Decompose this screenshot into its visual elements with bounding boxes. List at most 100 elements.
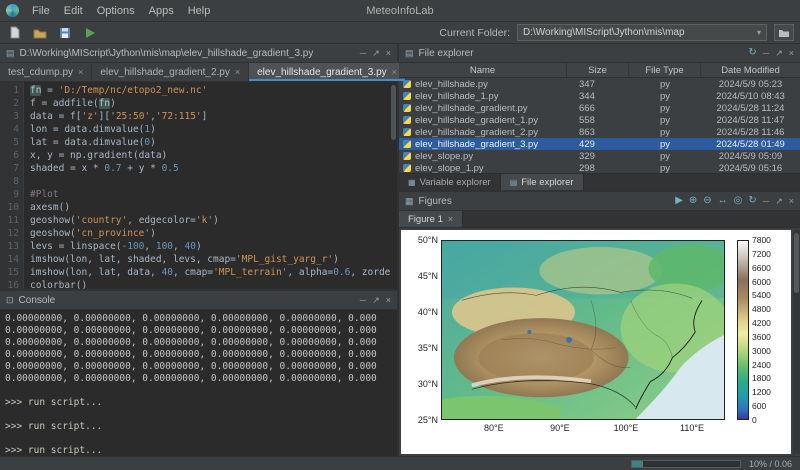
bottom-tab-label: File explorer: [521, 177, 573, 188]
file-date-modified: 2024/5/28 11:47: [701, 115, 800, 126]
editor-tab[interactable]: test_cdump.py×: [0, 63, 92, 81]
zoom-out-icon[interactable]: ⊖: [703, 196, 711, 206]
float-icon[interactable]: ↗: [775, 49, 783, 58]
zoom-in-icon[interactable]: ⊕: [689, 196, 697, 206]
run-script-icon[interactable]: [81, 24, 99, 42]
colorbar-tick-label: 3000: [752, 346, 771, 356]
current-folder-combobox[interactable]: D:\Working\MIScript\Jython\mis\map ▾: [517, 24, 767, 41]
float-icon[interactable]: ↗: [775, 197, 783, 206]
python-file-icon: [403, 92, 411, 100]
menu-file[interactable]: File: [25, 3, 57, 19]
file-name: elev_slope_1.py: [415, 163, 484, 174]
close-icon[interactable]: ×: [386, 49, 391, 58]
x-tick-label: 110°E: [680, 423, 704, 433]
x-tick-label: 80°E: [484, 423, 504, 433]
colorbar-tick-label: 1800: [752, 373, 771, 383]
refresh-icon[interactable]: ↻: [748, 48, 756, 58]
minimize-icon[interactable]: ─: [360, 49, 366, 58]
tab-close-icon[interactable]: ×: [392, 67, 397, 77]
select-tool-icon[interactable]: ▶: [675, 196, 683, 206]
file-type: py: [629, 115, 701, 126]
colorbar-tick-label: 6000: [752, 277, 771, 287]
chevron-down-icon[interactable]: ▾: [757, 28, 761, 37]
variable-tab-icon: ▦: [408, 178, 416, 187]
map-plot[interactable]: [441, 240, 725, 420]
editor-scrollbar[interactable]: [390, 82, 397, 289]
column-header[interactable]: Name: [399, 63, 567, 77]
console-output[interactable]: 0.00000000, 0.00000000, 0.00000000, 0.00…: [0, 310, 397, 456]
file-name: elev_hillshade_gradient_3.py: [415, 139, 538, 150]
pan-icon[interactable]: ↔: [718, 196, 728, 206]
table-row[interactable]: elev_hillshade_1.py344py2024/5/10 08:43: [399, 90, 800, 102]
menu-bar: FileEditOptionsAppsHelp MeteoInfoLab: [0, 0, 800, 22]
float-icon[interactable]: ↗: [372, 296, 380, 305]
full-extent-icon[interactable]: ◎: [734, 196, 743, 206]
bottom-tab-label: Variable explorer: [420, 177, 491, 188]
float-icon[interactable]: ↗: [372, 49, 380, 58]
tab-close-icon[interactable]: ×: [235, 67, 240, 77]
minimize-icon[interactable]: ─: [763, 49, 769, 58]
table-row[interactable]: elev_hillshade.py347py2024/5/9 05:23: [399, 78, 800, 90]
console-title: Console: [19, 295, 56, 306]
colorbar: [737, 240, 749, 420]
meteoinfolab-window: FileEditOptionsAppsHelp MeteoInfoLab Cur…: [0, 0, 800, 470]
code-lines[interactable]: fn = 'D:/Temp/nc/etopo2_new.nc'f = addfi…: [24, 82, 397, 289]
file-explorer-title: File explorer: [419, 48, 474, 59]
new-file-icon[interactable]: [6, 24, 24, 42]
code-line: lat = data.dimvalue(0): [30, 136, 397, 149]
table-row[interactable]: elev_hillshade_gradient_3.py429py2024/5/…: [399, 138, 800, 150]
figures-icon: ▦: [405, 196, 414, 207]
console-line: [5, 433, 387, 445]
file-type: py: [629, 103, 701, 114]
file-size: 666: [567, 103, 629, 114]
minimize-icon[interactable]: ─: [360, 296, 366, 305]
table-row[interactable]: elev_hillshade_gradient.py666py2024/5/28…: [399, 102, 800, 114]
minimize-icon[interactable]: ─: [763, 197, 769, 206]
figure-canvas[interactable]: 80°E90°E100°E110°E50°N45°N40°N35°N30°N25…: [399, 228, 800, 456]
file-type: py: [629, 151, 701, 162]
save-icon[interactable]: [56, 24, 74, 42]
colorbar-tick-label: 7200: [752, 249, 771, 259]
code-editor[interactable]: 12345678910111213141516 fn = 'D:/Temp/nc…: [0, 82, 397, 289]
column-header[interactable]: Size: [567, 63, 629, 77]
editor-tab[interactable]: elev_hillshade_gradient_2.py ×: [92, 63, 249, 81]
figure-tab[interactable]: Figure 1 ×: [399, 211, 463, 227]
figures-scrollbar[interactable]: [793, 230, 800, 454]
file-type: py: [629, 91, 701, 102]
menu-apps[interactable]: Apps: [142, 3, 181, 19]
close-icon[interactable]: ×: [789, 49, 794, 58]
table-row[interactable]: elev_slope.py329py2024/5/9 05:09: [399, 150, 800, 162]
file-table-header: NameSizeFile TypeDate Modified: [399, 63, 800, 78]
refresh-icon[interactable]: ↻: [748, 196, 756, 206]
tab-close-icon[interactable]: ×: [78, 67, 83, 77]
open-folder-icon[interactable]: [31, 24, 49, 42]
tab-file-explorer[interactable]: ▤File explorer: [501, 174, 584, 190]
table-row[interactable]: elev_hillshade_gradient_2.py863py2024/5/…: [399, 126, 800, 138]
column-header[interactable]: Date Modified: [701, 63, 800, 77]
console-panel: ⊡ Console ─↗× 0.00000000, 0.00000000, 0.…: [0, 291, 397, 456]
status-bar: 10% / 0.06: [0, 456, 800, 470]
table-row[interactable]: elev_slope_1.py298py2024/5/9 05:16: [399, 162, 800, 173]
file-name: elev_hillshade_gradient_2.py: [415, 127, 538, 138]
console-line: 0.00000000, 0.00000000, 0.00000000, 0.00…: [5, 337, 387, 349]
tab-close-icon[interactable]: ×: [448, 214, 453, 224]
file-type: py: [629, 163, 701, 174]
browse-folder-button[interactable]: [774, 24, 794, 41]
editor-panel-controls: ─ ↗ ×: [360, 49, 391, 58]
table-row[interactable]: elev_hillshade_gradient_1.py558py2024/5/…: [399, 114, 800, 126]
close-icon[interactable]: ×: [386, 296, 391, 305]
main-toolbar: Current Folder: D:\Working\MIScript\Jyth…: [0, 22, 800, 44]
close-icon[interactable]: ×: [789, 197, 794, 206]
menu-edit[interactable]: Edit: [57, 3, 90, 19]
column-header[interactable]: File Type: [629, 63, 701, 77]
console-line: >>> run script...: [5, 397, 387, 409]
menu-options[interactable]: Options: [90, 3, 142, 19]
colorbar-tick-label: 2400: [752, 360, 771, 370]
editor-tab-label: elev_hillshade_gradient_2.py: [100, 67, 230, 78]
menu-help[interactable]: Help: [181, 3, 218, 19]
editor-tab[interactable]: elev_hillshade_gradient_3.py×: [249, 63, 406, 81]
figures-tools: ▶ ⊕ ⊖ ↔ ◎ ↻: [675, 196, 757, 206]
app-logo-icon: [6, 4, 19, 17]
tab-variable-explorer[interactable]: ▦ Variable explorer: [399, 174, 501, 190]
document-icon: ▤: [6, 48, 15, 59]
